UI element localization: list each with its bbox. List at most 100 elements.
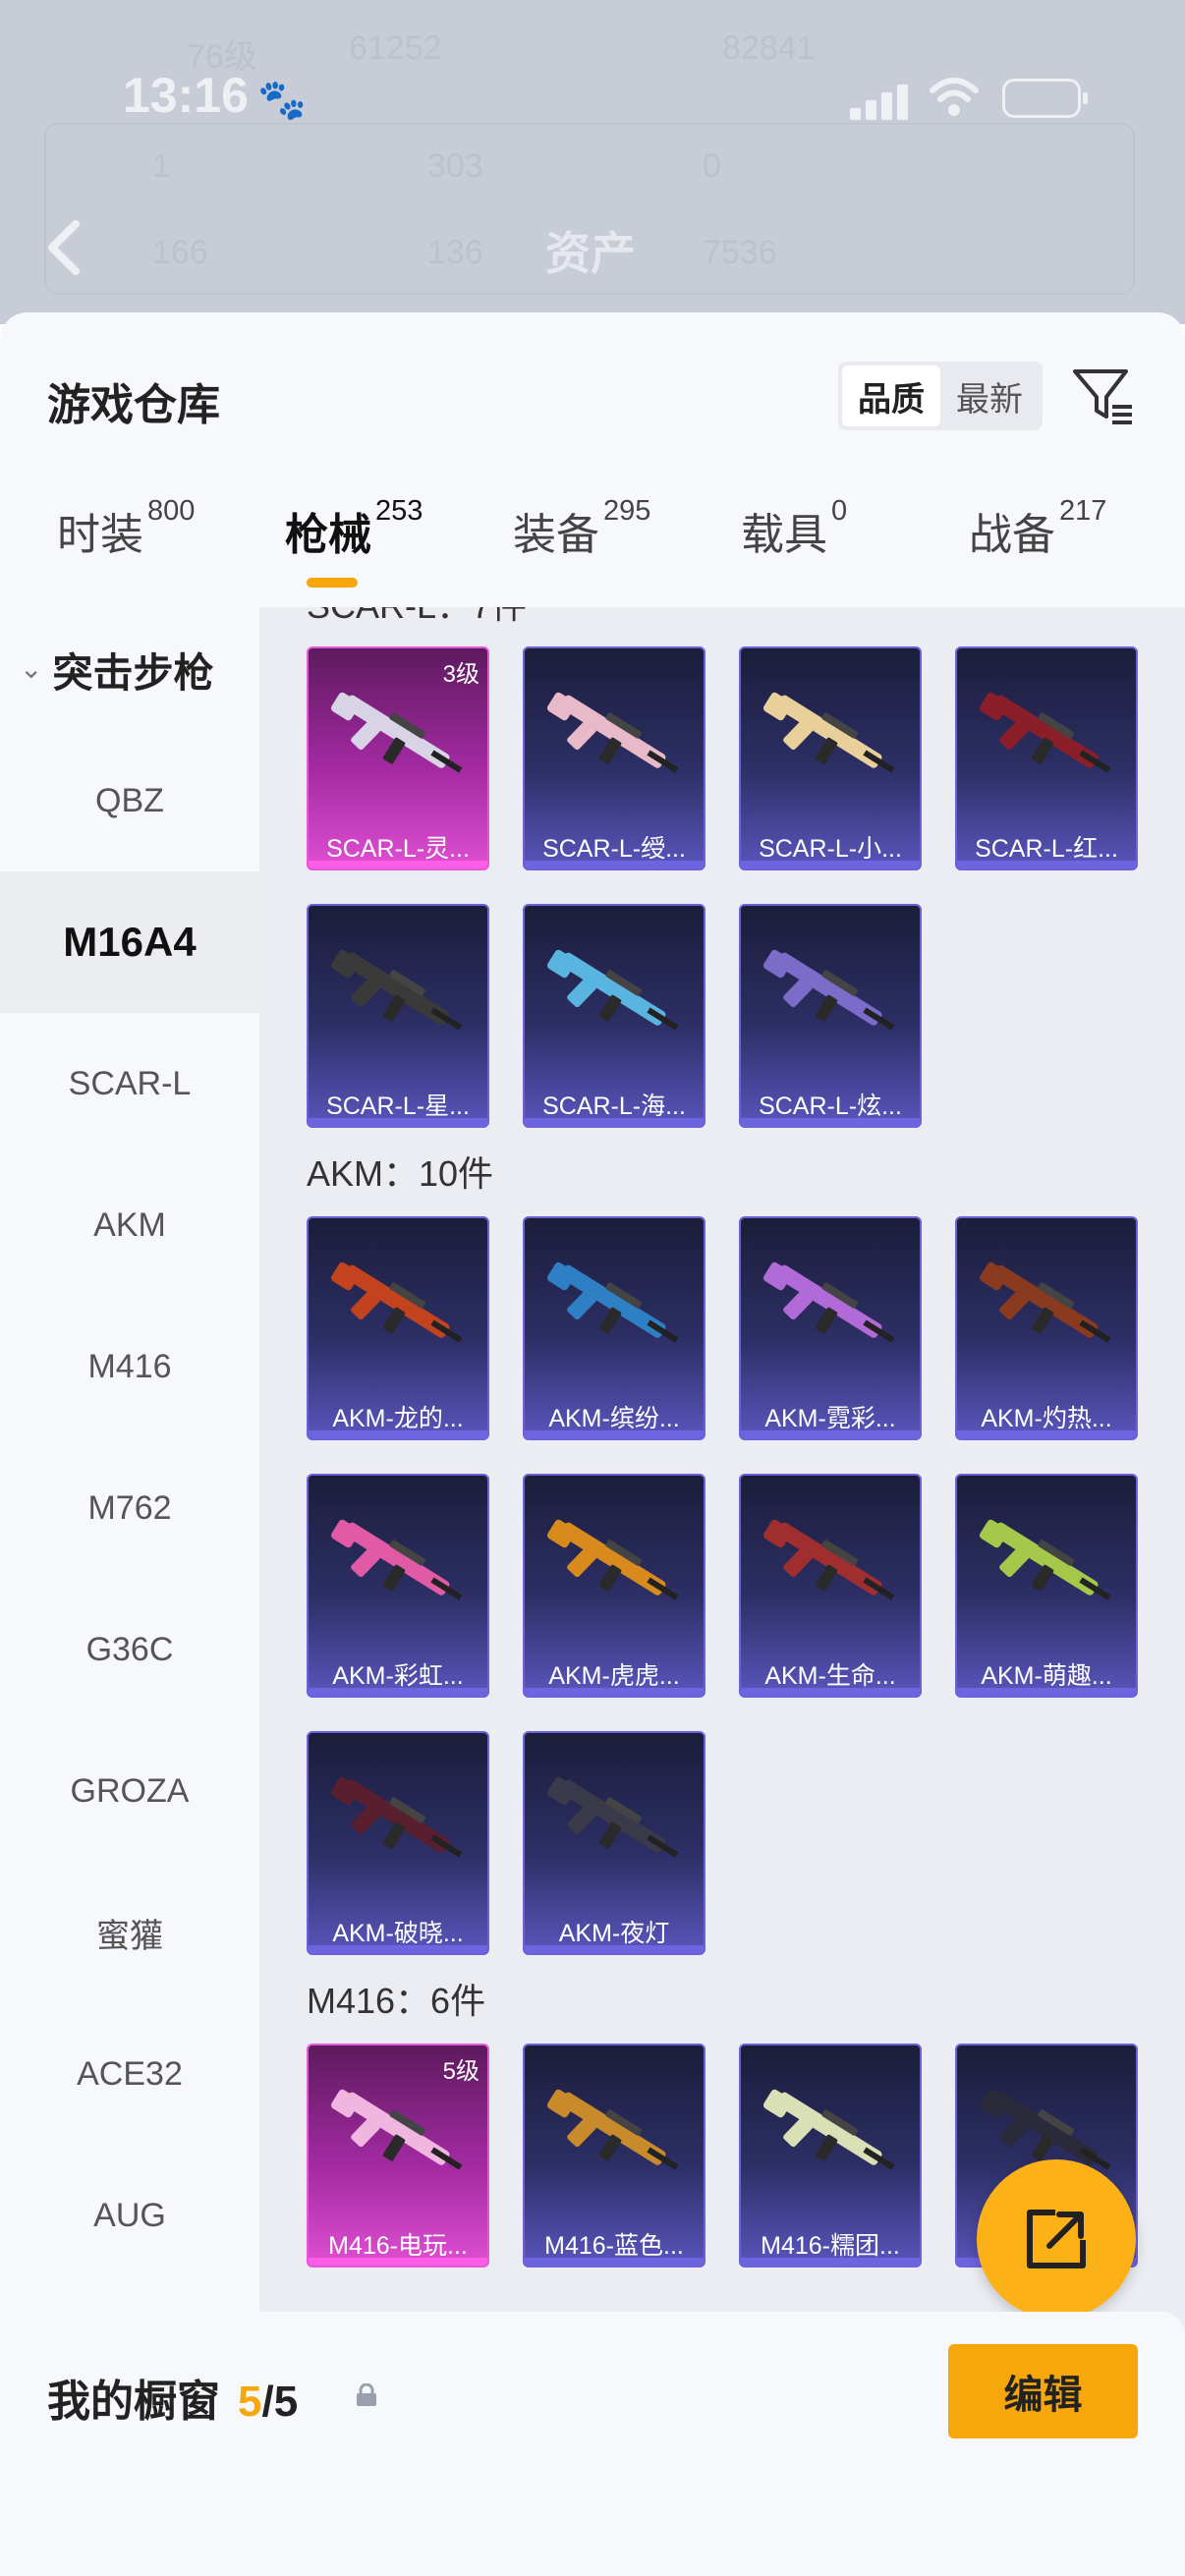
sidebar-category-assault-rifle[interactable]: ⌄ 突击步枪 — [0, 607, 259, 730]
skin-card[interactable]: M416-蓝色... — [523, 2044, 705, 2268]
sidebar-item[interactable]: M416 — [0, 1296, 259, 1437]
card-rarity-bar — [525, 861, 704, 868]
skin-card[interactable]: SCAR-L-炫... — [739, 904, 922, 1128]
tab-count: 253 — [375, 495, 423, 527]
sidebar-item[interactable]: 蜜獾 — [0, 1862, 259, 2003]
skin-card[interactable]: SCAR-L-海... — [523, 904, 705, 1128]
tab-count: 295 — [603, 495, 651, 527]
tab-label: 时装 — [57, 511, 143, 559]
skin-card[interactable]: SCAR-L-绶... — [523, 646, 705, 870]
skin-card[interactable]: AKM-彩虹... — [307, 1474, 489, 1698]
tab-label: 装备 — [513, 511, 599, 559]
gun-skin-image — [330, 949, 463, 1031]
tab-weapons[interactable]: 枪械 253 — [285, 495, 423, 588]
card-rarity-bar — [741, 2258, 920, 2266]
warehouse-header: 游戏仓库 品质 最新 时装 800 枪械 253 装备 295 载具 0 战备 … — [0, 312, 1185, 607]
filter-icon[interactable] — [1069, 362, 1138, 430]
asset-stat: 136 — [427, 234, 483, 271]
gun-skin-image — [546, 1519, 679, 1600]
paw-icon: 🐾 — [257, 79, 307, 122]
skin-card[interactable]: AKM-生命... — [739, 1474, 922, 1698]
gun-skin-image — [979, 1261, 1111, 1343]
skin-card[interactable]: AKM-霓彩... — [739, 1216, 922, 1440]
sidebar-item[interactable]: GROZA — [0, 1720, 259, 1862]
tab-count: 800 — [147, 495, 196, 527]
sidebar-item[interactable]: M16A4 — [0, 871, 259, 1013]
sidebar-item[interactable]: M762 — [0, 1437, 259, 1579]
lock-icon — [357, 2383, 376, 2406]
sidebar-item[interactable]: G36C — [0, 1579, 259, 1720]
tab-equipment[interactable]: 装备 295 — [513, 495, 650, 588]
share-fab[interactable] — [977, 2159, 1136, 2319]
gun-skin-image — [762, 1261, 895, 1343]
showcase-current: 5 — [238, 2378, 262, 2426]
skin-card[interactable]: SCAR-L-星... — [307, 904, 489, 1128]
sidebar-item[interactable]: ACE32 — [0, 2003, 259, 2145]
card-rarity-bar — [741, 1688, 920, 1696]
sidebar-item[interactable]: SCAR-L — [0, 1013, 259, 1154]
card-rarity-bar — [309, 1430, 487, 1438]
card-rarity-bar — [525, 1688, 704, 1696]
skin-card[interactable]: M416-糯团... — [739, 2044, 922, 2268]
skin-card[interactable]: AKM-龙的... — [307, 1216, 489, 1440]
card-rarity-bar — [309, 2258, 487, 2266]
gun-skin-image — [762, 1519, 895, 1600]
skin-card[interactable]: AKM-夜灯 — [523, 1731, 705, 1955]
header-backdrop: 76级 61252 82841 1 303 0 166 136 7536 13:… — [0, 0, 1185, 324]
edit-button[interactable]: 编辑 — [948, 2344, 1138, 2438]
tab-vehicles[interactable]: 载具 0 — [741, 495, 847, 588]
tab-label: 载具 — [741, 511, 827, 559]
gun-skin-image — [979, 1519, 1111, 1600]
skin-card[interactable]: SCAR-L-红... — [955, 646, 1138, 870]
sidebar-item[interactable]: QBZ — [0, 730, 259, 871]
skin-card[interactable]: AKM-破晓... — [307, 1731, 489, 1955]
card-rarity-bar — [957, 1430, 1136, 1438]
skin-card[interactable]: SCAR-L-小... — [739, 646, 922, 870]
status-time: 13:16 — [123, 68, 249, 123]
tab-supplies[interactable]: 战备 217 — [969, 495, 1106, 588]
signal-icon — [850, 81, 909, 120]
sort-toggle: 品质 最新 — [838, 362, 1043, 430]
weapon-sidebar: ⌄ 突击步枪 QBZ M16A4 SCAR-L AKM M416 M762 G36C GROZ… — [0, 607, 259, 2576]
tab-count: 217 — [1059, 495, 1107, 527]
sidebar-category-label: 突击步枪 — [52, 649, 214, 696]
gun-skin-image — [762, 2089, 895, 2170]
gun-skin-image — [546, 1261, 679, 1343]
skin-card[interactable]: AKM-萌趣... — [955, 1474, 1138, 1698]
gun-skin-image — [546, 1776, 679, 1858]
showcase-total: /5 — [261, 2378, 299, 2426]
gun-skin-image — [762, 949, 895, 1031]
back-arrow-icon[interactable] — [44, 218, 84, 277]
skin-card[interactable]: AKM-虎虎... — [523, 1474, 705, 1698]
tab-label: 战备 — [969, 511, 1055, 559]
skin-card[interactable]: AKM-缤纷... — [523, 1216, 705, 1440]
battery-icon — [1002, 79, 1088, 118]
asset-stat: 166 — [152, 234, 208, 271]
active-tab-indicator — [307, 578, 358, 588]
sort-newest-button[interactable]: 最新 — [940, 365, 1039, 426]
card-rarity-bar — [309, 1118, 487, 1126]
card-rarity-bar — [741, 861, 920, 868]
card-rarity-bar — [741, 1118, 920, 1126]
page-header-title: 资产 — [545, 228, 636, 279]
gun-skin-image — [762, 692, 895, 773]
showcase-label: 我的橱窗 — [47, 2378, 220, 2426]
card-rarity-bar — [525, 1430, 704, 1438]
asset-stat: 7536 — [703, 234, 777, 271]
gun-skin-image — [546, 2089, 679, 2170]
section-title-scar: SCAR-L：7件 — [307, 607, 527, 629]
gun-skin-image — [979, 692, 1111, 773]
skin-card[interactable]: AKM-灼热... — [955, 1216, 1138, 1440]
tab-fashion[interactable]: 时装 800 — [57, 495, 195, 588]
section-title-m416: M416：6件 — [307, 1981, 486, 2021]
gun-skin-image — [546, 949, 679, 1031]
sidebar-item[interactable]: AUG — [0, 2145, 259, 2286]
gun-skin-image — [330, 1776, 463, 1858]
sort-quality-button[interactable]: 品质 — [842, 365, 940, 426]
card-rarity-bar — [957, 1688, 1136, 1696]
asset-stat: 1 — [152, 147, 171, 185]
sidebar-item[interactable]: AKM — [0, 1154, 259, 1296]
wifi-icon — [930, 78, 979, 116]
skin-card[interactable]: 3级 SCAR-L-灵... — [307, 646, 489, 870]
skin-card[interactable]: 5级 M416-电玩... — [307, 2044, 489, 2268]
